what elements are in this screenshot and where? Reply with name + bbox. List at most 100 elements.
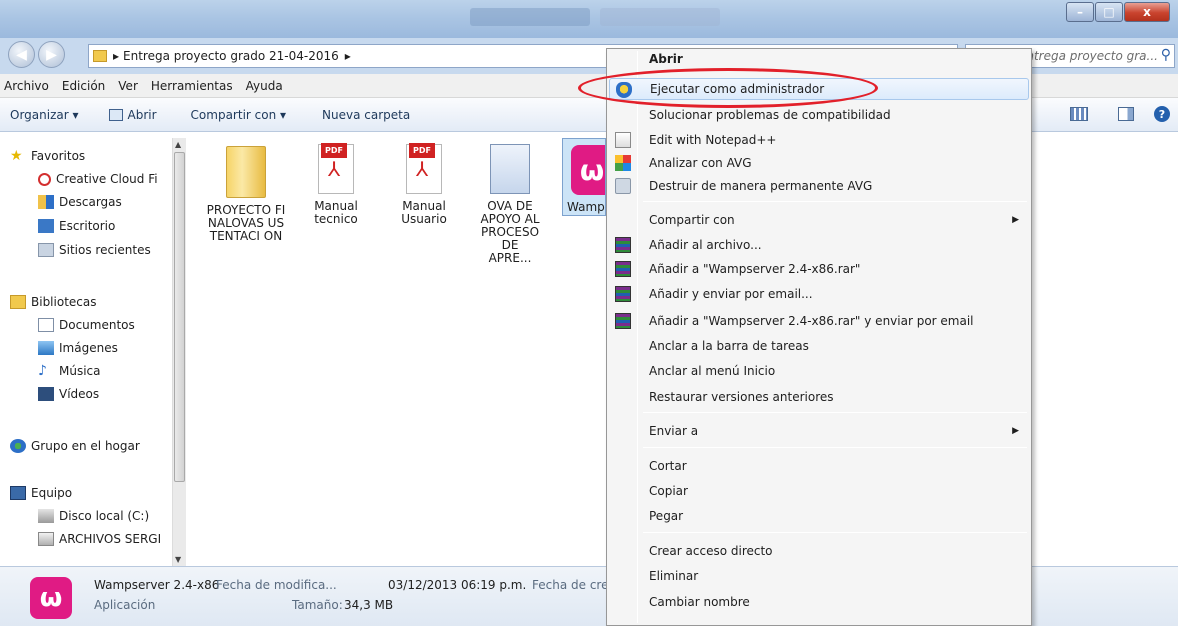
menu-label: Añadir a "Wampserver 2.4-x86.rar" bbox=[649, 262, 861, 276]
menu-pin-taskbar[interactable]: Anclar a la barra de tareas bbox=[609, 335, 1029, 357]
nav-homegroup[interactable]: Grupo en el hogar bbox=[10, 439, 140, 453]
organize-button[interactable]: Organizar ▾ bbox=[10, 108, 79, 122]
menu-edit-notepadpp[interactable]: Edit with Notepad++ bbox=[609, 129, 1029, 151]
file-name: OVA DE APOYO AL PROCESO DE APRE... bbox=[480, 199, 540, 265]
menu-label: Añadir y enviar por email... bbox=[649, 287, 813, 301]
nav-scrollbar[interactable]: ▲ ▼ bbox=[172, 138, 186, 566]
title-blur bbox=[600, 8, 720, 26]
star-icon: ★ bbox=[10, 148, 23, 164]
file-item[interactable]: OVA DE APOYO AL PROCESO DE APRE... bbox=[470, 144, 550, 265]
menu-herramientas[interactable]: Herramientas bbox=[151, 79, 233, 93]
nav-label: Equipo bbox=[31, 486, 73, 500]
menu-rename[interactable]: Cambiar nombre bbox=[609, 591, 1029, 613]
scroll-down-icon[interactable]: ▼ bbox=[175, 555, 181, 564]
nav-local-disk[interactable]: Disco local (C:) bbox=[38, 509, 149, 523]
submenu-arrow-icon: ▶ bbox=[1012, 426, 1019, 436]
menu-paste[interactable]: Pegar bbox=[609, 505, 1029, 527]
nav-label: Documentos bbox=[59, 318, 135, 332]
menu-cut[interactable]: Cortar bbox=[609, 455, 1029, 477]
minimize-button[interactable]: – bbox=[1066, 2, 1094, 22]
nav-label: Bibliotecas bbox=[31, 295, 97, 309]
nav-label: Escritorio bbox=[59, 219, 116, 233]
breadcrumb[interactable]: Entrega proyecto grado 21-04-2016 bbox=[123, 49, 339, 63]
menu-add-archive[interactable]: Añadir al archivo... bbox=[609, 234, 1029, 256]
share-label: Compartir con ▾ bbox=[190, 107, 287, 122]
help-icon[interactable]: ? bbox=[1154, 106, 1170, 122]
nav-downloads[interactable]: Descargas bbox=[38, 195, 122, 209]
title-bar: – □ x bbox=[0, 0, 1178, 38]
menu-avg-scan[interactable]: Analizar con AVG bbox=[609, 152, 1029, 174]
file-item[interactable]: PDF ⅄ Manual Usuario bbox=[384, 143, 464, 226]
menu-share-with[interactable]: Compartir con ▶ bbox=[609, 209, 1029, 231]
context-menu: Abrir Ejecutar como administrador Soluci… bbox=[606, 48, 1032, 626]
nav-creative-cloud[interactable]: Creative Cloud Fi bbox=[38, 172, 158, 186]
images-icon bbox=[38, 341, 54, 355]
nav-label: Favoritos bbox=[31, 149, 86, 163]
menu-archivo[interactable]: Archivo bbox=[4, 79, 49, 93]
nav-label: ARCHIVOS SERGI bbox=[59, 532, 162, 546]
menu-pin-start[interactable]: Anclar al menú Inicio bbox=[609, 360, 1029, 382]
share-button[interactable]: Compartir con ▾ bbox=[191, 108, 286, 122]
submenu-arrow-icon: ▶ bbox=[1012, 215, 1019, 225]
menu-open[interactable]: Abrir bbox=[609, 51, 1029, 67]
wampserver-icon: ω bbox=[571, 145, 605, 195]
menu-add-rar[interactable]: Añadir a "Wampserver 2.4-x86.rar" bbox=[609, 258, 1029, 280]
nav-documents[interactable]: Documentos bbox=[38, 318, 135, 332]
winrar-icon bbox=[615, 313, 631, 329]
menu-create-shortcut[interactable]: Crear acceso directo bbox=[609, 540, 1029, 562]
nav-computer[interactable]: Equipo bbox=[10, 486, 72, 500]
menu-label: Copiar bbox=[649, 484, 688, 498]
status-file-name: Wampserver 2.4-x86 bbox=[94, 578, 220, 592]
wampserver-icon: ω bbox=[30, 577, 72, 619]
nav-archivos[interactable]: ARCHIVOS SERGI bbox=[38, 532, 161, 546]
menu-ayuda[interactable]: Ayuda bbox=[246, 79, 283, 93]
menu-label: Añadir a "Wampserver 2.4-x86.rar" y envi… bbox=[649, 314, 974, 328]
nav-music[interactable]: ♪ Música bbox=[38, 364, 101, 378]
breadcrumb-arrow[interactable]: ▸ bbox=[345, 49, 351, 63]
menu-ver[interactable]: Ver bbox=[118, 79, 138, 93]
nav-videos[interactable]: Vídeos bbox=[38, 387, 99, 401]
new-folder-button[interactable]: Nueva carpeta bbox=[322, 108, 410, 122]
menu-label: Edit with Notepad++ bbox=[649, 133, 777, 147]
nav-favorites[interactable]: ★ Favoritos bbox=[10, 149, 85, 163]
menu-label: Compartir con bbox=[649, 213, 735, 227]
menu-edicion[interactable]: Edición bbox=[62, 79, 105, 93]
title-blur bbox=[470, 8, 590, 26]
scroll-up-icon[interactable]: ▲ bbox=[175, 140, 181, 149]
menu-label: Restaurar versiones anteriores bbox=[649, 390, 834, 404]
menu-label: Pegar bbox=[649, 509, 684, 523]
file-item[interactable]: PROYECTO FINALOVAS USTENTACI ON bbox=[206, 146, 286, 243]
menu-send-to[interactable]: Enviar a ▶ bbox=[609, 420, 1029, 442]
file-name: Manual tecnico bbox=[314, 199, 358, 226]
winrar-icon bbox=[615, 286, 631, 302]
nav-label: Vídeos bbox=[59, 387, 100, 401]
nav-images[interactable]: Imágenes bbox=[38, 341, 118, 355]
close-button[interactable]: x bbox=[1124, 2, 1170, 22]
menu-add-rar-email[interactable]: Añadir a "Wampserver 2.4-x86.rar" y envi… bbox=[609, 310, 1029, 332]
search-icon[interactable]: ⚲ bbox=[1161, 47, 1171, 63]
menu-add-email[interactable]: Añadir y enviar por email... bbox=[609, 283, 1029, 305]
status-size-label: Tamaño: bbox=[292, 598, 343, 612]
file-item[interactable]: PDF ⅄ Manual tecnico bbox=[296, 143, 376, 226]
notepadpp-icon bbox=[615, 132, 631, 148]
menu-copy[interactable]: Copiar bbox=[609, 480, 1029, 502]
forward-button[interactable]: ▶ bbox=[38, 41, 65, 68]
menu-troubleshoot-compat[interactable]: Solucionar problemas de compatibilidad bbox=[609, 104, 1029, 126]
open-button[interactable]: Abrir bbox=[108, 108, 157, 122]
breadcrumb-root-arrow[interactable]: ▸ bbox=[113, 49, 119, 63]
nav-libraries[interactable]: Bibliotecas bbox=[10, 295, 96, 309]
menu-label: Solucionar problemas de compatibilidad bbox=[649, 108, 891, 122]
file-item-selected[interactable]: ω Wamp r 2.4- bbox=[562, 138, 606, 216]
pdf-badge: PDF bbox=[409, 143, 435, 158]
nav-desktop[interactable]: Escritorio bbox=[38, 219, 115, 233]
maximize-button[interactable]: □ bbox=[1095, 2, 1123, 22]
menu-avg-shred[interactable]: Destruir de manera permanente AVG bbox=[609, 175, 1029, 197]
menu-delete[interactable]: Eliminar bbox=[609, 565, 1029, 587]
scrollbar-thumb[interactable] bbox=[174, 152, 185, 482]
nav-recent[interactable]: Sitios recientes bbox=[38, 243, 151, 257]
recent-places-icon bbox=[38, 243, 54, 257]
preview-pane-icon[interactable] bbox=[1118, 107, 1134, 121]
view-options-icon[interactable] bbox=[1070, 107, 1088, 121]
back-button[interactable]: ◀ bbox=[8, 41, 35, 68]
menu-restore-versions[interactable]: Restaurar versiones anteriores bbox=[609, 386, 1029, 408]
